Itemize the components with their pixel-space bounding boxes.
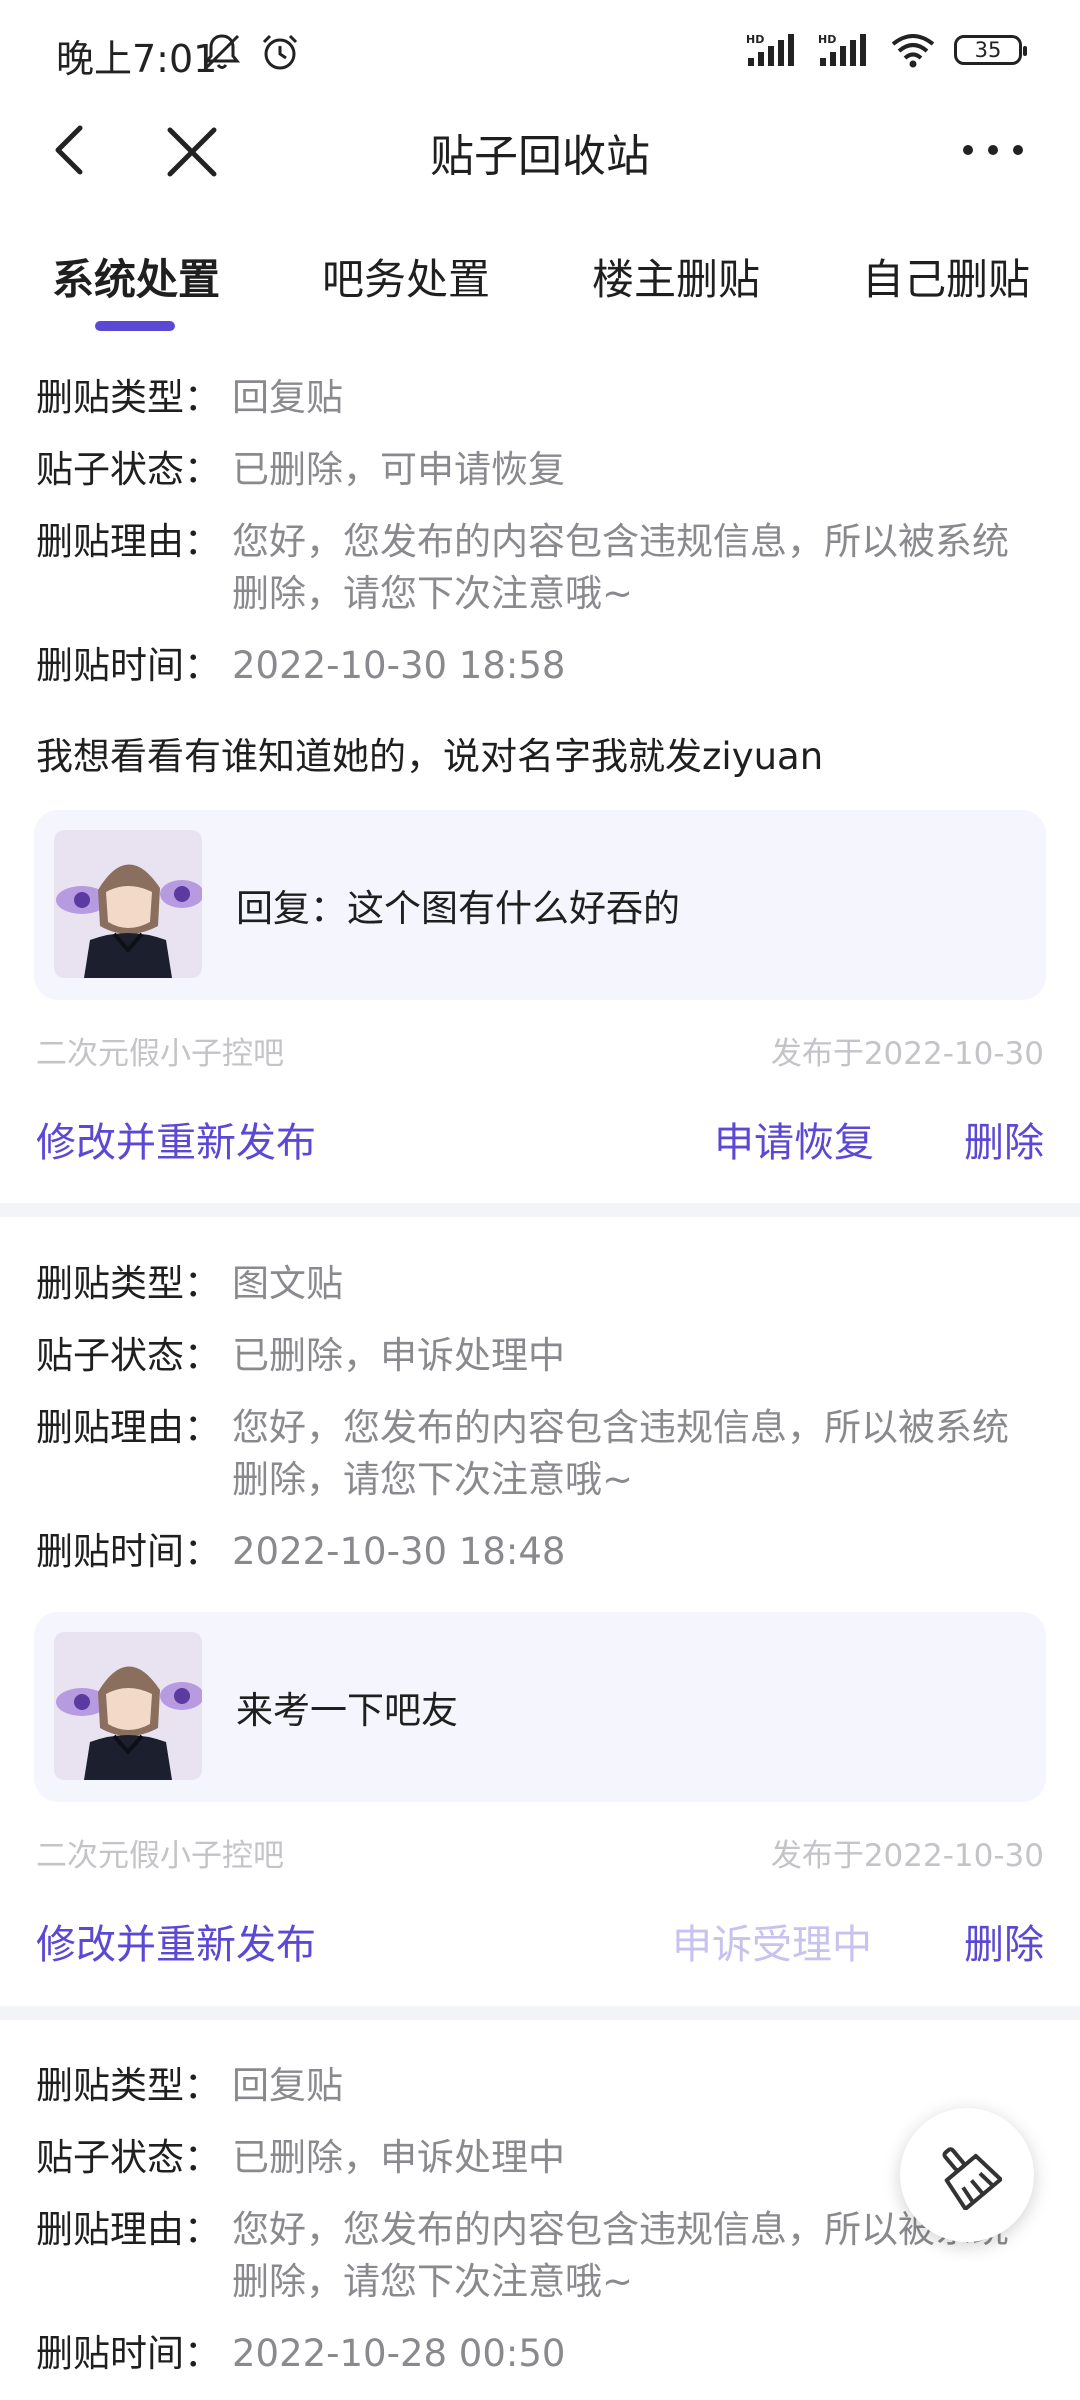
broom-icon [942, 2147, 1002, 2210]
delete-time-row: 删贴时间： 2022-10-30 18:58 [36, 640, 1044, 692]
delete-reason-row: 删贴理由： 您好，您发布的内容包含违规信息，所以被系统删除，请您下次注意哦~ [36, 516, 1044, 620]
svg-text:HD: HD [818, 33, 836, 46]
card-divider [0, 1203, 1080, 1217]
nav-bar: 贴子回收站 [0, 100, 1080, 200]
post-status: 已删除，申诉处理中 [232, 2136, 565, 2179]
delete-button[interactable]: 删除 [964, 1110, 1044, 1168]
edit-republish-button[interactable]: 修改并重新发布 [36, 1110, 316, 1168]
post-type: 回复贴 [232, 2064, 343, 2107]
publish-date: 发布于2022-10-30 [770, 1036, 1044, 1072]
card-divider [0, 2006, 1080, 2020]
post-status-row: 贴子状态： 已删除，可申请恢复 [36, 444, 1044, 496]
quoted-text: 来考一下吧友 [236, 1689, 458, 1732]
appeal-status-label: 申诉受理中 [672, 1922, 872, 1968]
publish-date: 发布于2022-10-30 [770, 1838, 1044, 1874]
post-thumbnail [54, 830, 202, 978]
quoted-post[interactable]: 回复：这个图有什么好吞的 [34, 810, 1046, 1000]
svg-text:HD: HD [746, 33, 764, 46]
quoted-post[interactable]: 来考一下吧友 [34, 1612, 1046, 1802]
quoted-text: 回复：这个图有什么好吞的 [236, 887, 680, 930]
post-type-row: 删贴类型： 回复贴 [36, 372, 1044, 424]
post-thumbnail [54, 1632, 202, 1780]
post-status: 已删除，申诉处理中 [232, 1334, 565, 1377]
delete-time-row: 删贴时间： 2022-10-28 00:50 [36, 2328, 1044, 2380]
post-type-row: 删贴类型： 回复贴 [36, 2060, 1044, 2112]
wifi-icon [891, 34, 935, 68]
delete-time: 2022-10-30 18:58 [232, 644, 566, 687]
signal-icon: HD [746, 33, 794, 66]
delete-reason-row: 删贴理由： 您好，您发布的内容包含违规信息，所以被系统删除，请您下次注意哦~ [36, 2204, 1044, 2308]
tab-bar: 系统处置 吧务处置 楼主删贴 自己删贴 [0, 236, 1080, 336]
clean-fab-button[interactable] [900, 2108, 1034, 2242]
post-type: 图文贴 [232, 1262, 343, 1305]
page-title: 贴子回收站 [430, 131, 650, 182]
tab-self-deleted[interactable]: 自己删贴 [862, 246, 1030, 307]
delete-time: 2022-10-28 00:50 [232, 2332, 566, 2375]
signal-icon: HD [818, 33, 866, 66]
edit-republish-button[interactable]: 修改并重新发布 [36, 1912, 316, 1970]
request-restore-button[interactable]: 申请恢复 [714, 1110, 874, 1168]
status-bar: 晚上7:01 HD HD 35 [0, 0, 1080, 110]
delete-reason: 您好，您发布的内容包含违规信息，所以被系统删除，请您下次注意哦~ [232, 520, 1009, 615]
battery-indicator: 35 [954, 35, 1027, 65]
post-status-row: 贴子状态： 已删除，申诉处理中 [36, 1330, 1044, 1382]
post-status: 已删除，可申请恢复 [232, 448, 565, 491]
tab-indicator [95, 321, 175, 331]
post-type-row: 删贴类型： 图文贴 [36, 1258, 1044, 1310]
tab-system[interactable]: 系统处置 [52, 246, 220, 307]
post-status-row: 贴子状态： 已删除，申诉处理中 [36, 2132, 1044, 2184]
delete-button[interactable]: 删除 [964, 1912, 1044, 1970]
delete-reason: 您好，您发布的内容包含违规信息，所以被系统删除，请您下次注意哦~ [232, 1406, 1009, 1501]
delete-time: 2022-10-30 18:48 [232, 1530, 566, 1573]
post-type: 回复贴 [232, 376, 343, 419]
more-dots-icon[interactable] [958, 122, 1028, 178]
delete-reason-row: 删贴理由： 您好，您发布的内容包含违规信息，所以被系统删除，请您下次注意哦~ [36, 1402, 1044, 1506]
mute-icon [203, 34, 241, 70]
delete-time-row: 删贴时间： 2022-10-30 18:48 [36, 1526, 1044, 1578]
alarm-icon [262, 34, 298, 70]
forum-name[interactable]: 二次元假小子控吧 [36, 1028, 284, 1073]
forum-name[interactable]: 二次元假小子控吧 [36, 1830, 284, 1875]
tab-op-deleted[interactable]: 楼主删贴 [592, 246, 760, 307]
tab-moderator[interactable]: 吧务处置 [322, 246, 490, 307]
status-time: 晚上7:01 [56, 37, 218, 81]
post-content: 我想看看有谁知道她的，说对名字我就发ziyuan [36, 735, 824, 778]
